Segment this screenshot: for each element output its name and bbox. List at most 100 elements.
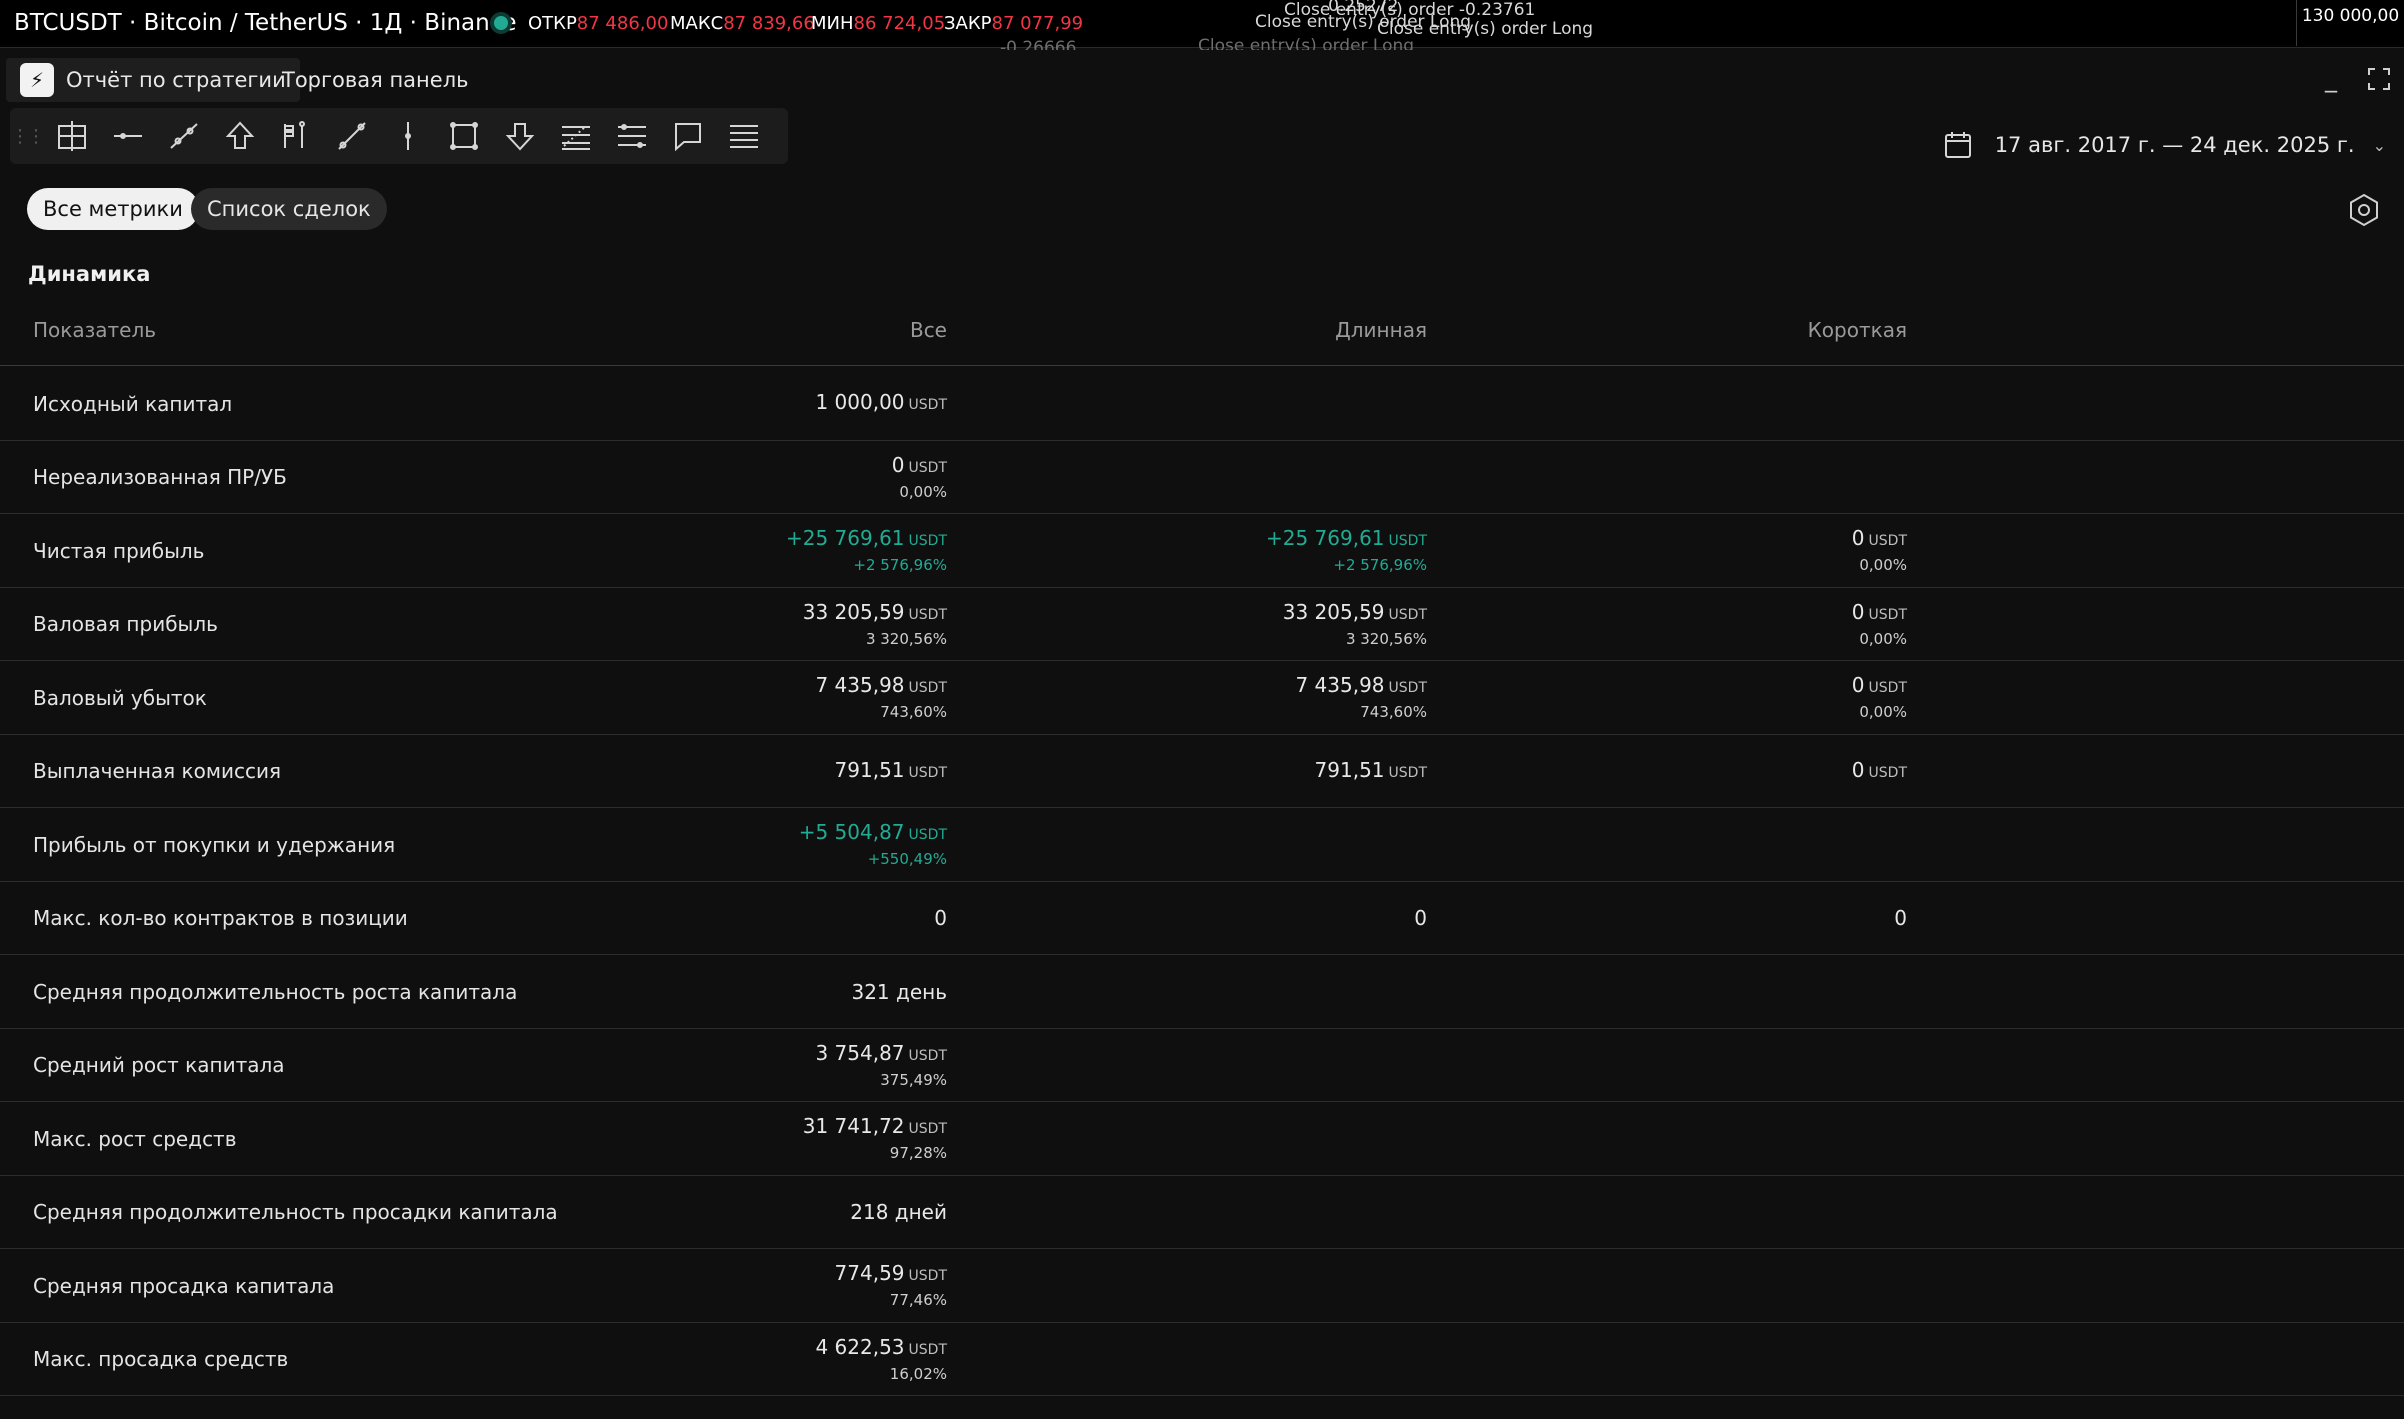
metric-label: Выплаченная комиссия bbox=[33, 759, 281, 783]
table-row: Средняя продолжительность просадки капит… bbox=[0, 1176, 2404, 1249]
cell-value: +25 769,61 USDT bbox=[786, 525, 947, 554]
value-number: 774,59 bbox=[834, 1261, 905, 1285]
cell-percent: 0,00% bbox=[1859, 629, 1907, 648]
metric-label: Валовая прибыль bbox=[33, 612, 218, 636]
cell-value: 0 USDT bbox=[1852, 757, 1907, 786]
cell-value: 791,51 USDT bbox=[1315, 757, 1427, 786]
value-number: +25 769,61 bbox=[785, 526, 905, 550]
filter-trade-list[interactable]: Список сделок bbox=[191, 188, 387, 230]
cell-value: 0 USDT bbox=[1852, 672, 1907, 701]
arrow-down-icon[interactable] bbox=[492, 108, 548, 164]
crosshair-box-icon[interactable] bbox=[44, 108, 100, 164]
cell-percent: 97,28% bbox=[889, 1144, 947, 1162]
cell-value: 7 435,98 USDT bbox=[815, 672, 947, 701]
date-range-selector[interactable]: 17 авг. 2017 г. — 24 дек. 2025 г. ⌄ bbox=[1943, 128, 2386, 162]
value-number: 0 bbox=[891, 452, 905, 477]
cell-value: 31 741,72 USDT bbox=[803, 1113, 947, 1142]
value-number: 4 622,53 bbox=[815, 1334, 905, 1359]
vertical-line-icon[interactable] bbox=[380, 108, 436, 164]
metric-label: Нереализованная ПР/УБ bbox=[33, 465, 287, 489]
cell-value: 33 205,59 USDT bbox=[803, 599, 947, 628]
menu-lines-icon[interactable] bbox=[716, 108, 772, 164]
cell-percent: 16,02% bbox=[889, 1364, 947, 1383]
metric-label: Макс. просадка средств bbox=[33, 1347, 289, 1371]
symbol-title[interactable]: BTCUSDT · Bitcoin / TetherUS · 1Д · Bina… bbox=[14, 10, 517, 36]
flag-marks-icon[interactable] bbox=[268, 108, 324, 164]
metrics-table-body: Исходный капитал 1 000,00 USDT Нереализован… bbox=[0, 367, 2404, 1396]
ohlc-low: МИН86 724,05 bbox=[811, 13, 946, 34]
cell-all: 218 дней bbox=[527, 1176, 947, 1249]
cell-all: 7 435,98 USDT 743,60% bbox=[527, 661, 947, 734]
table-row: Прибыль от покупки и удержания +5 504,87 U… bbox=[0, 808, 2404, 882]
cell-long: 0 bbox=[1007, 882, 1427, 955]
cell-value: 0 USDT bbox=[892, 452, 947, 481]
cell-value: 7 435,98 USDT bbox=[1295, 672, 1427, 701]
metric-label: Средняя продолжительность роста капитала bbox=[33, 979, 518, 1004]
metric-label: Чистая прибыль bbox=[33, 538, 205, 563]
table-row: Средний рост капитала 3 754,87 USDT 375,49% bbox=[0, 1029, 2404, 1102]
ray-icon[interactable] bbox=[324, 108, 380, 164]
value-number: 1 000,00 bbox=[815, 390, 905, 414]
cell-percent: 743,60% bbox=[880, 703, 947, 721]
callout-icon[interactable] bbox=[660, 108, 716, 164]
currency-label: USDT bbox=[908, 606, 947, 623]
column-header-long: Длинная bbox=[1335, 318, 1427, 342]
cell-all: 0 bbox=[527, 882, 947, 955]
rectangle-icon[interactable] bbox=[436, 108, 492, 164]
cell-value: 0 USDT bbox=[1852, 525, 1907, 554]
value-number: 0 bbox=[1414, 906, 1427, 930]
table-row: Валовый убыток 7 435,98 USDT 743,60% 7 435,9… bbox=[0, 661, 2404, 735]
minimize-icon[interactable]: _ bbox=[2316, 64, 2346, 94]
currency-label: USDT bbox=[1868, 680, 1907, 696]
currency-label: USDT bbox=[1388, 764, 1427, 781]
currency-label: USDT bbox=[908, 1341, 947, 1358]
currency-label: USDT bbox=[908, 533, 947, 549]
horizontal-line-icon[interactable] bbox=[100, 108, 156, 164]
fib-levels-icon[interactable] bbox=[548, 108, 604, 164]
cell-all: +5 504,87 USDT +550,49% bbox=[527, 808, 947, 881]
value-number: 0 bbox=[1851, 673, 1865, 697]
parallel-channel-icon[interactable] bbox=[604, 108, 660, 164]
tab-label: Торговая панель bbox=[282, 68, 469, 92]
ohlc-close: ЗАКР87 077,99 bbox=[944, 13, 1084, 34]
tab-trading-panel[interactable]: Торговая панель bbox=[268, 58, 483, 102]
cell-percent: +2 576,96% bbox=[1333, 556, 1427, 574]
market-status-icon bbox=[494, 16, 508, 30]
cell-percent: 0,00% bbox=[899, 482, 947, 501]
column-header-short: Короткая bbox=[1807, 318, 1907, 342]
currency-label: USDT bbox=[908, 1268, 947, 1284]
currency-label: USDT bbox=[1388, 680, 1427, 696]
maximize-icon[interactable] bbox=[2364, 64, 2394, 94]
ohlc-high: МАКС87 839,66 bbox=[670, 13, 815, 34]
drag-handle-icon[interactable]: ⋮⋮ bbox=[10, 108, 45, 164]
metric-label: Макс. рост средств bbox=[33, 1126, 237, 1151]
cell-value: 0 bbox=[1414, 905, 1427, 931]
cell-percent: +550,49% bbox=[867, 850, 947, 868]
currency-label: USDT bbox=[908, 827, 947, 843]
date-range-text: 17 авг. 2017 г. — 24 дек. 2025 г. bbox=[1994, 133, 2355, 157]
cell-value: 0 bbox=[1894, 905, 1907, 931]
cell-value: 218 дней bbox=[850, 1199, 947, 1225]
tab-strategy-report[interactable]: ⚡ Отчёт по стратегии bbox=[6, 58, 300, 102]
cell-short: 0 USDT 0,00% bbox=[1487, 514, 1907, 587]
cell-percent: 77,46% bbox=[889, 1291, 947, 1309]
column-header-all: Все bbox=[909, 318, 947, 342]
metric-label: Макс. кол-во контрактов в позиции bbox=[33, 906, 408, 930]
price-scale-value: 130 000,00 bbox=[2296, 0, 2404, 46]
filter-all-metrics[interactable]: Все метрики bbox=[27, 188, 199, 230]
trend-line-icon[interactable] bbox=[156, 108, 212, 164]
arrow-up-icon[interactable] bbox=[212, 108, 268, 164]
calendar-icon bbox=[1944, 132, 1971, 158]
cell-all: 31 741,72 USDT 97,28% bbox=[527, 1102, 947, 1175]
currency-label: USDT bbox=[908, 459, 947, 476]
cell-short: 0 USDT 0,00% bbox=[1487, 661, 1907, 734]
cell-value: 0 USDT bbox=[1852, 599, 1907, 628]
cell-percent: 0,00% bbox=[1859, 703, 1907, 721]
cell-all: 321 день bbox=[527, 955, 947, 1028]
settings-icon[interactable] bbox=[2346, 192, 2382, 228]
currency-label: USDT bbox=[908, 1047, 947, 1064]
currency-label: USDT bbox=[1388, 533, 1427, 549]
tab-label: Отчёт по стратегии bbox=[66, 68, 286, 92]
value-number: 321 день bbox=[851, 979, 947, 1004]
cell-all: 4 622,53 USDT 16,02% bbox=[527, 1323, 947, 1396]
